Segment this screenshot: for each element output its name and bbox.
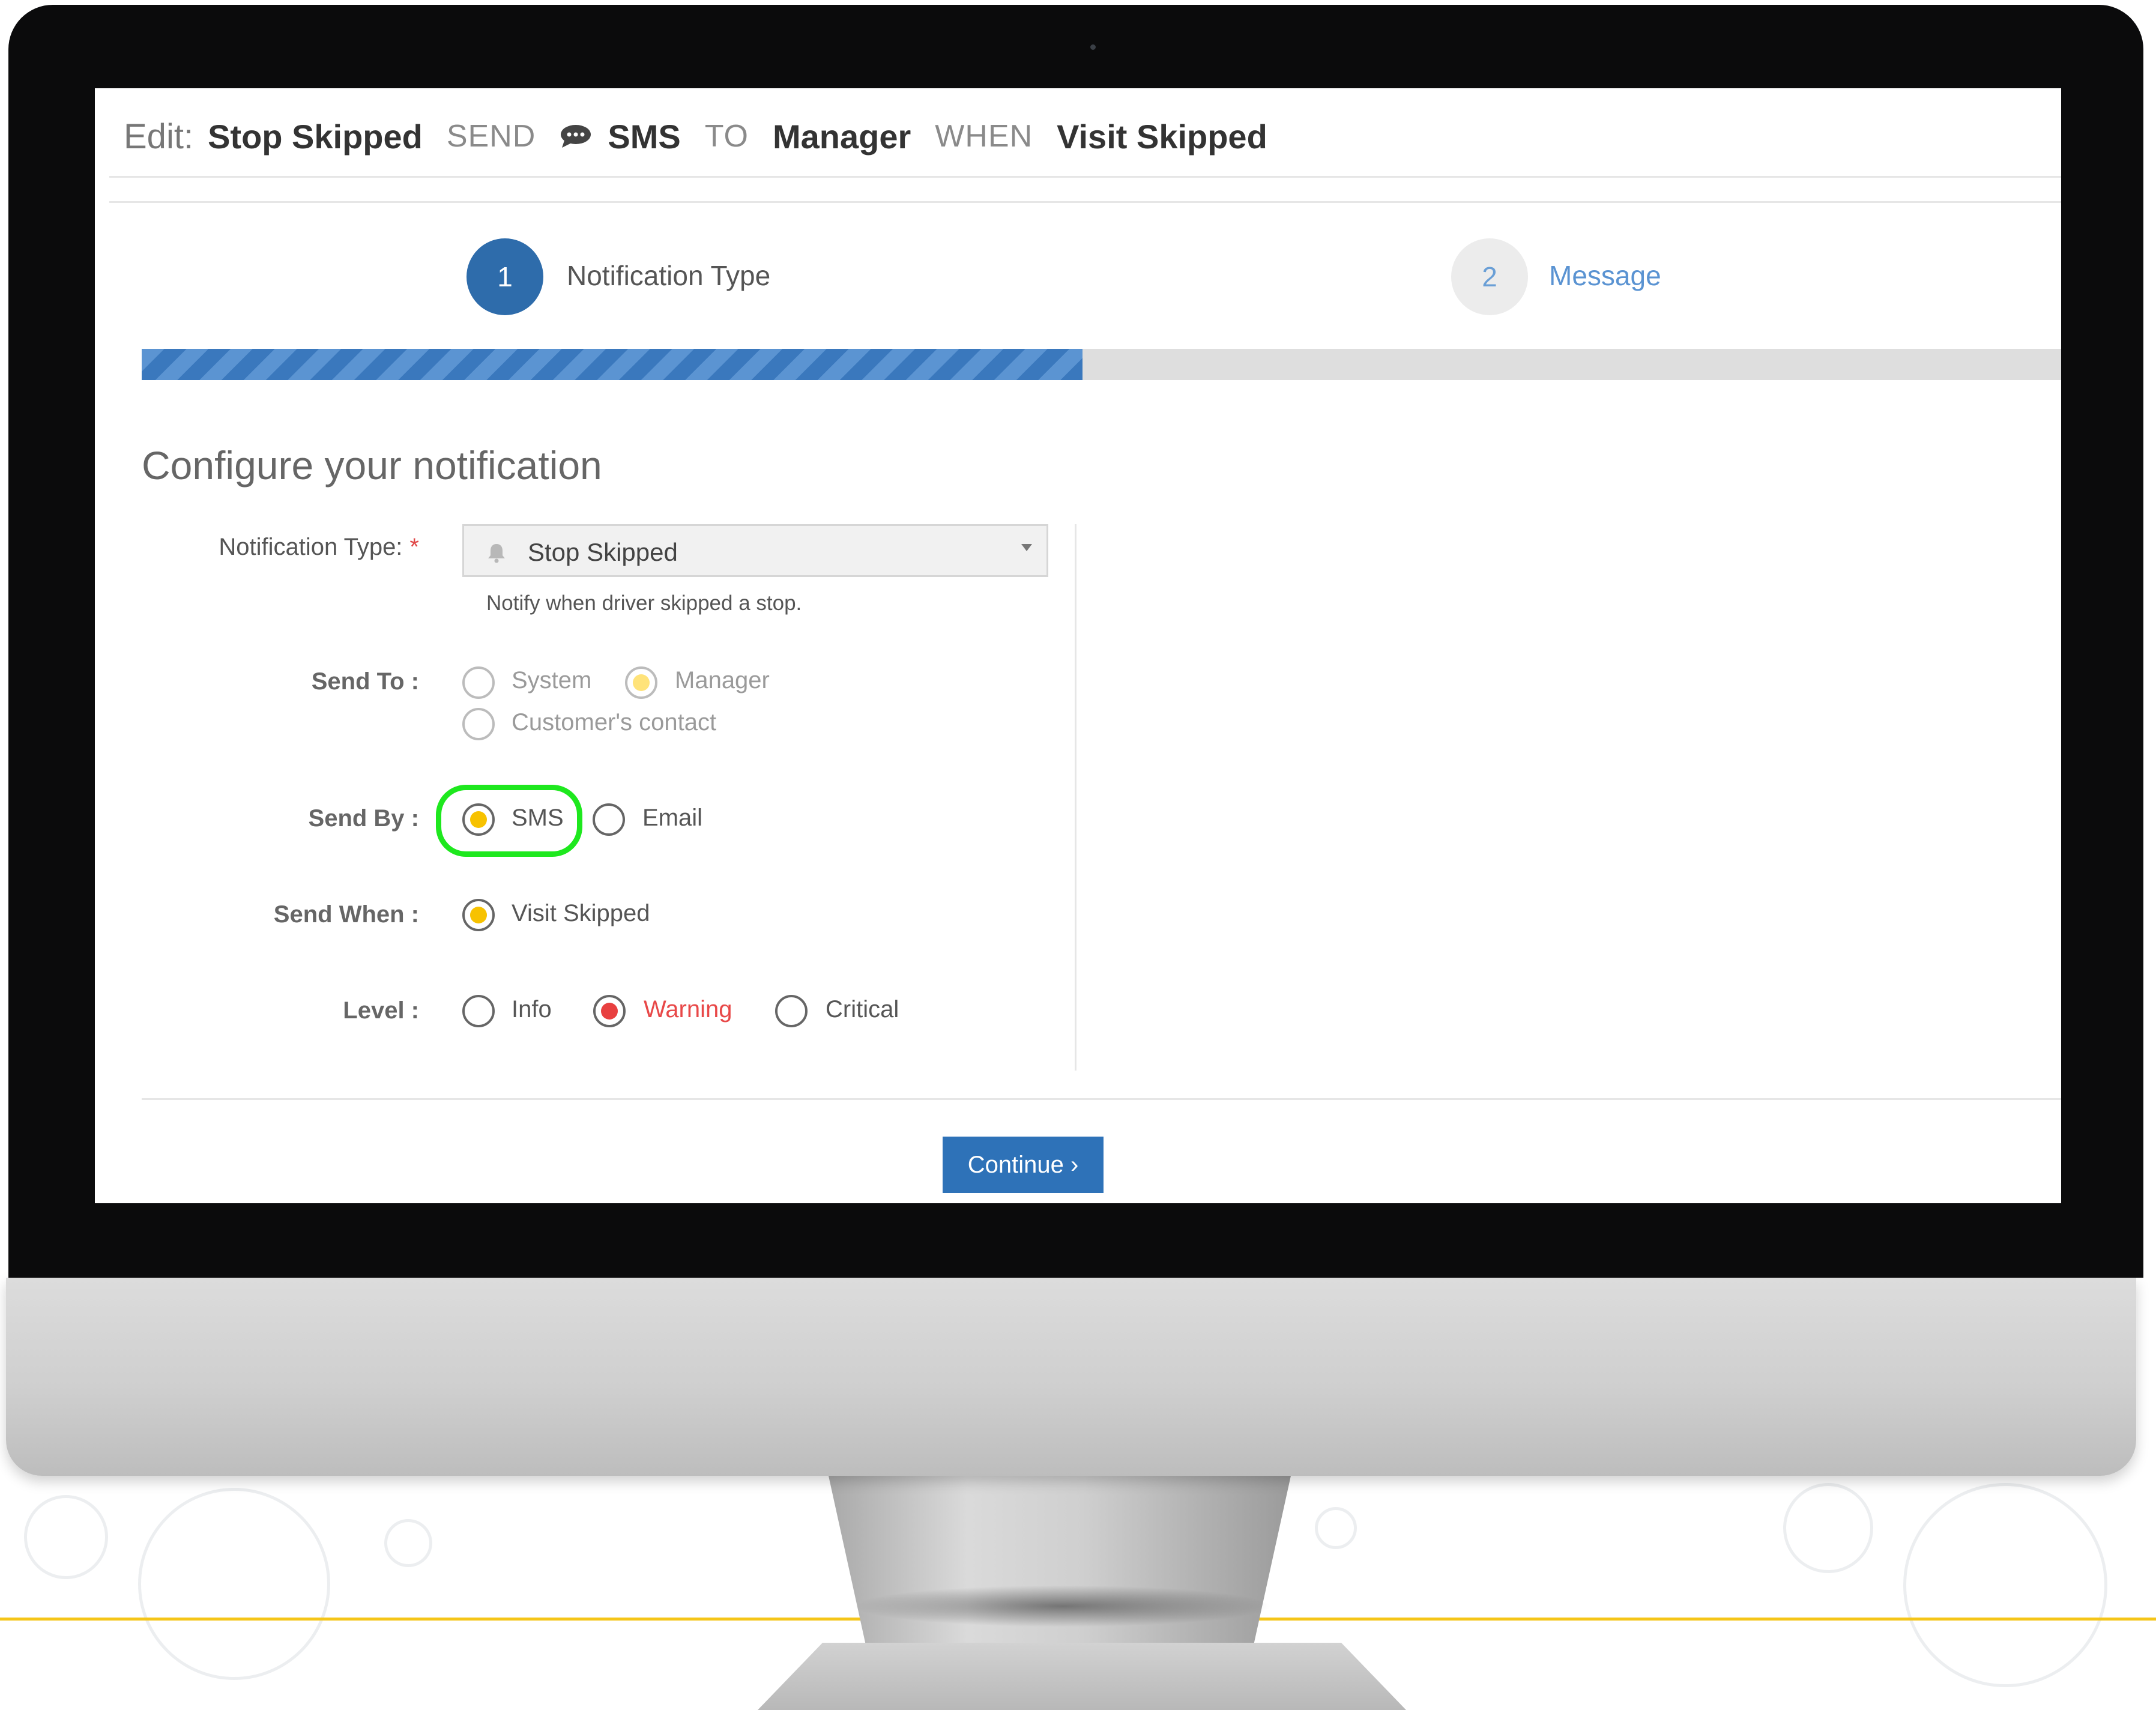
wizard-progress-fill: [142, 349, 1083, 380]
step-1-circle[interactable]: 1: [467, 238, 543, 315]
radio-selected-dot: [633, 674, 650, 691]
background-circle-icon: [384, 1519, 432, 1567]
chat-bubble-icon: [561, 125, 591, 148]
radio-selected-dot: [470, 907, 487, 923]
background-gear-icon: [1783, 1483, 1873, 1573]
send-when-label: Send When :: [273, 901, 419, 928]
wizard-progress-bar: [142, 349, 2061, 380]
notification-type-value: Stop Skipped: [528, 538, 678, 566]
send-to-customer-radio[interactable]: [462, 708, 495, 740]
form-heading: Configure your notification: [142, 443, 602, 488]
send-when-visit-skipped-radio[interactable]: [462, 899, 495, 931]
continue-button[interactable]: Continue ›: [943, 1137, 1104, 1193]
background-gear-icon: [24, 1495, 108, 1579]
level-warning-label[interactable]: Warning: [644, 996, 732, 1023]
send-by-email-radio[interactable]: [593, 803, 625, 836]
when-keyword: WHEN: [935, 119, 1033, 154]
notification-type-select[interactable]: Stop Skipped: [462, 524, 1048, 577]
notification-type-hint: Notify when driver skipped a stop.: [486, 591, 802, 615]
send-when-visit-skipped-label[interactable]: Visit Skipped: [512, 900, 650, 927]
level-info-label[interactable]: Info: [512, 996, 552, 1023]
level-critical-label[interactable]: Critical: [826, 996, 899, 1023]
page-title: Edit: Stop Skipped SEND SMS TO Manager W…: [124, 100, 1291, 172]
monitor-stand-shadow: [853, 1585, 1273, 1627]
divider: [109, 176, 2061, 178]
send-to-label: Send To :: [311, 668, 419, 695]
send-to-customer-label[interactable]: Customer's contact: [512, 709, 716, 736]
step-2-circle[interactable]: 2: [1451, 238, 1528, 315]
send-to-system-radio[interactable]: [462, 666, 495, 699]
send-by-email-label[interactable]: Email: [642, 805, 702, 832]
send-keyword: SEND: [446, 119, 536, 154]
app-screen: Edit: Stop Skipped SEND SMS TO Manager W…: [95, 88, 2061, 1203]
notification-name: Stop Skipped: [208, 117, 423, 156]
level-warning-radio[interactable]: [593, 995, 626, 1027]
level-info-radio[interactable]: [462, 995, 495, 1027]
bell-icon: [488, 544, 505, 563]
background-globe-icon: [1903, 1483, 2107, 1687]
channel-value: SMS: [608, 117, 681, 156]
chevron-down-icon: [1021, 544, 1032, 551]
background-circle-icon: [1315, 1507, 1357, 1549]
send-to-system-label[interactable]: System: [512, 667, 591, 694]
required-mark: *: [409, 534, 419, 560]
camera-icon: [1090, 44, 1096, 50]
divider: [142, 1098, 2061, 1100]
sms-highlight-ring: [436, 785, 582, 857]
divider: [109, 201, 2061, 203]
vertical-divider: [1075, 524, 1076, 1071]
trigger-value: Visit Skipped: [1057, 117, 1267, 156]
background-globe-icon: [138, 1488, 330, 1680]
send-to-manager-radio[interactable]: [625, 666, 657, 699]
level-critical-radio[interactable]: [775, 995, 808, 1027]
monitor-stand-base: [758, 1643, 1406, 1710]
level-label: Level :: [343, 997, 419, 1024]
edit-label: Edit:: [124, 116, 194, 156]
step-2-label[interactable]: Message: [1549, 259, 1661, 292]
recipient-value: Manager: [772, 117, 911, 156]
to-keyword: TO: [704, 119, 749, 154]
notification-type-label: Notification Type: *: [219, 534, 419, 560]
radio-selected-dot: [601, 1003, 618, 1020]
monitor-chin: [6, 1278, 2136, 1476]
send-to-manager-label[interactable]: Manager: [675, 667, 770, 694]
step-1-label[interactable]: Notification Type: [567, 259, 770, 292]
send-by-label: Send By :: [308, 805, 419, 832]
